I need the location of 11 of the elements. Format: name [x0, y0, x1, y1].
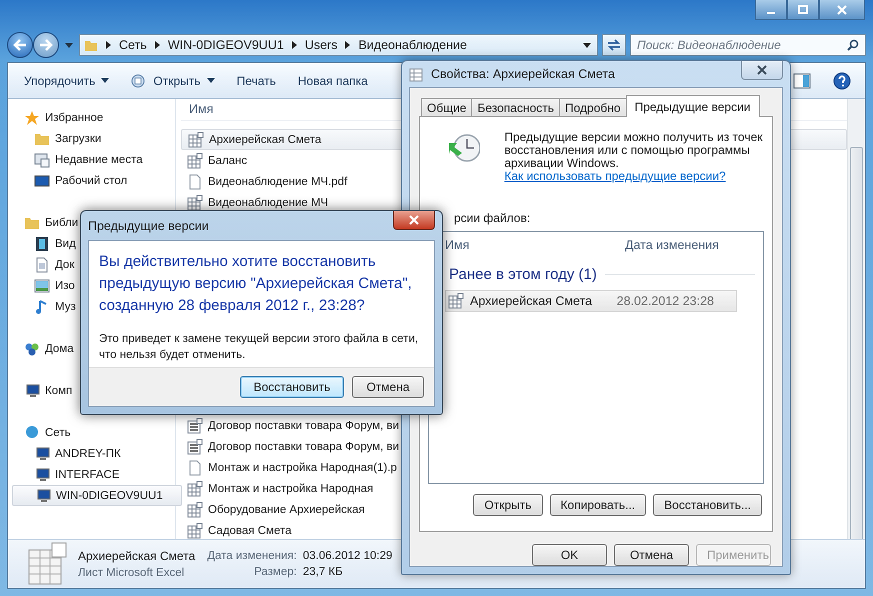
- file-type: Лист Microsoft Excel: [78, 567, 186, 579]
- window-title: Предыдущие версии: [88, 218, 209, 232]
- property-label: Дата изменения:: [207, 550, 297, 562]
- property-value: 23,7 КБ: [302, 566, 344, 578]
- warning-text: Это приведет к замене текущей версии этого файла в сети, что нельзя будет отменить.: [99, 332, 420, 363]
- file-name: Архиерейская Смета: [78, 549, 196, 563]
- question-text: Вы действительно хотите восстановить предыдущую версию "Архиерейская Смета", созданную 28 февраля 2012 г., 23:28?: [99, 252, 413, 316]
- property-value: 03.06.2012 10:29: [302, 550, 392, 562]
- window-title: Свойства: Архиерейская Смета: [431, 67, 615, 81]
- property-label: Размер:: [253, 566, 297, 578]
- versions-label: рсии файлов:: [453, 211, 532, 227]
